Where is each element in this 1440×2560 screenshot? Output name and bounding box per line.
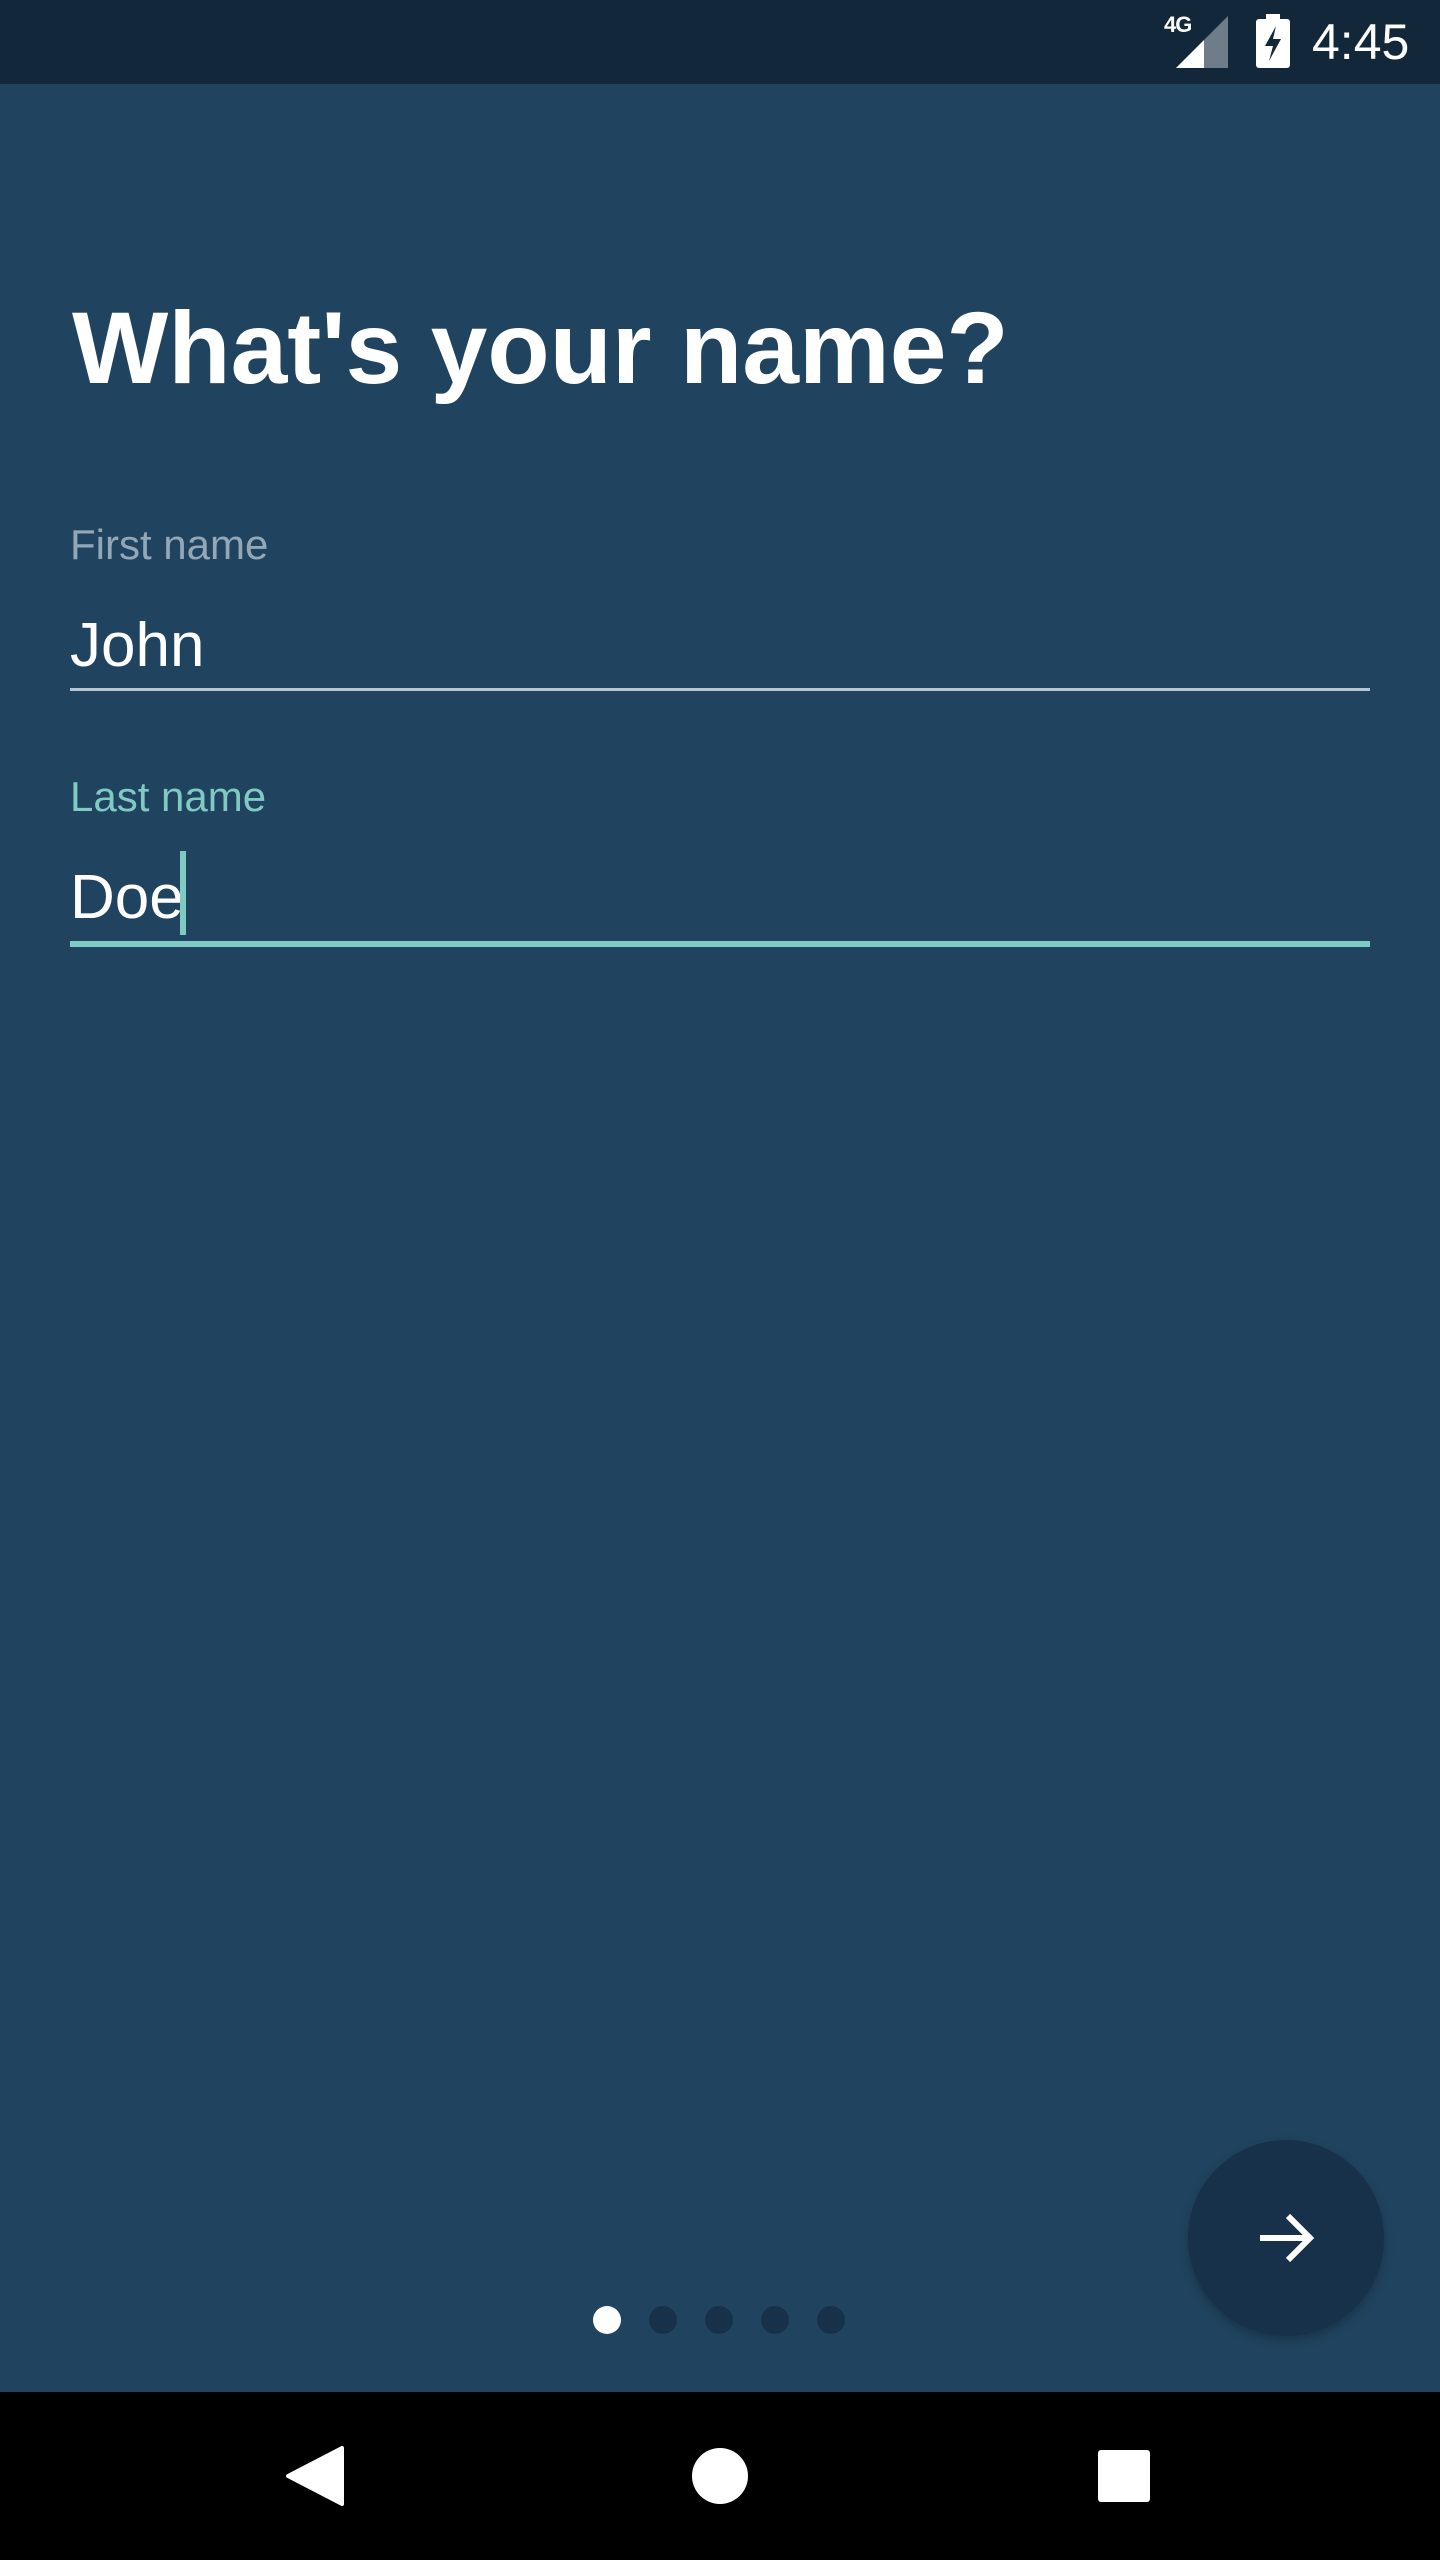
status-bar: 4G 4:45	[0, 0, 1440, 84]
back-button[interactable]	[252, 2412, 380, 2540]
home-icon	[692, 2448, 748, 2504]
recents-button[interactable]	[1060, 2412, 1188, 2540]
page-indicator	[590, 2304, 850, 2338]
page-dot-5	[817, 2306, 845, 2334]
last-name-label: Last name	[70, 773, 267, 820]
signal-icon	[1176, 16, 1228, 68]
page-dot-2	[649, 2306, 677, 2334]
page-dot-3	[705, 2306, 733, 2334]
last-name-input[interactable]	[70, 853, 1370, 943]
page-title: What's your name?	[72, 291, 1009, 405]
back-icon	[286, 2446, 344, 2506]
text-cursor	[180, 851, 186, 935]
status-time: 4:45	[1312, 14, 1410, 70]
next-button[interactable]	[1188, 2140, 1384, 2336]
first-name-input[interactable]	[70, 601, 1370, 691]
page-dot-1	[593, 2306, 621, 2334]
page-dot-4	[761, 2306, 789, 2334]
first-name-label: First name	[70, 521, 269, 568]
battery-charging-icon	[1256, 14, 1290, 68]
home-button[interactable]	[656, 2412, 784, 2540]
navigation-bar	[0, 2392, 1440, 2560]
arrow-right-icon	[1260, 2213, 1315, 2263]
recents-icon	[1098, 2450, 1150, 2502]
first-name-underline	[70, 688, 1370, 691]
last-name-underline	[70, 941, 1370, 947]
